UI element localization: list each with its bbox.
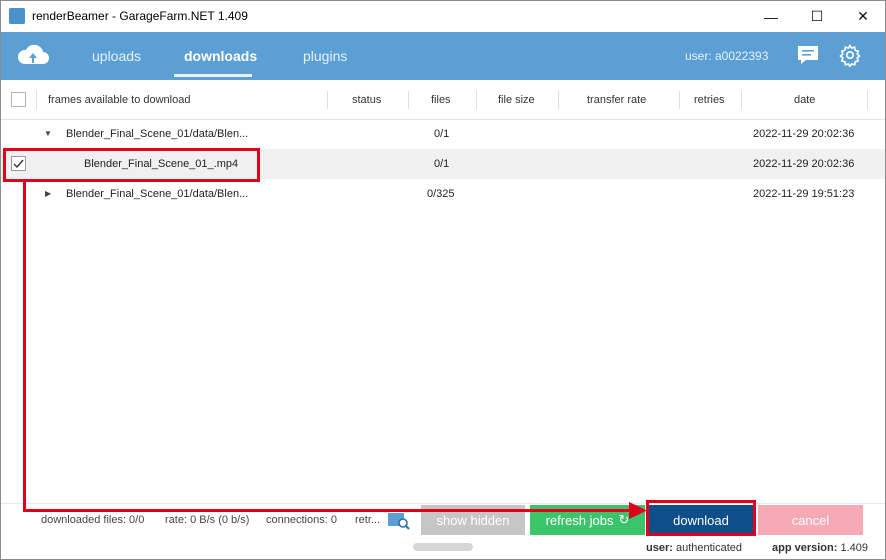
col-header-transfer-rate[interactable]: transfer rate [587,94,646,106]
tab-uploads[interactable]: uploads [92,48,141,64]
column-divider [36,91,37,109]
annotation-arrow-line-horizontal [23,509,635,512]
rate-status: rate: 0 B/s (0 b/s) [165,514,250,526]
row-files: 0/325 [427,188,455,200]
title-bar: renderBeamer - GarageFarm.NET 1.409 — ☐ … [1,1,885,32]
column-divider [327,91,328,109]
col-header-frames[interactable]: frames available to download [48,94,190,106]
footer-user-label: user: [646,542,673,554]
retries-status: retr... [355,514,381,526]
app-window: renderBeamer - GarageFarm.NET 1.409 — ☐ … [0,0,886,560]
row-name: Blender_Final_Scene_01/data/Blen... [66,128,249,140]
row-date: 2022-11-29 19:51:23 [753,188,855,200]
table-row[interactable]: ▼ Blender_Final_Scene_01/data/Blen... 0/… [1,119,885,149]
row-date: 2022-11-29 20:02:36 [753,158,855,170]
annotation-arrow-line-vertical [23,182,26,512]
column-divider [741,91,742,109]
row-date: 2022-11-29 20:02:36 [753,128,855,140]
main-nav: uploads downloads plugins user: a0022393 [1,32,885,80]
annotation-box-download [646,500,756,536]
column-divider [679,91,680,109]
row-files: 0/1 [434,128,450,140]
active-tab-indicator [174,74,252,77]
row-files: 0/1 [434,158,450,170]
refresh-jobs-label: refresh jobs [545,512,614,528]
close-button[interactable]: ✕ [840,1,885,32]
col-header-retries[interactable]: retries [694,94,725,106]
connections-status: connections: 0 [266,514,337,526]
column-divider [476,91,477,109]
row-name: Blender_Final_Scene_01/data/Blen... [66,188,249,200]
footer-user: user: authenticated [646,542,742,554]
footer-version-value: 1.409 [840,542,868,554]
column-divider [867,91,868,109]
app-logo-icon [9,8,25,24]
col-header-date[interactable]: date [794,94,815,106]
user-id-label: user: a0022393 [685,49,769,63]
maximize-button[interactable]: ☐ [794,1,840,32]
cancel-button[interactable]: cancel [758,505,863,535]
col-header-files[interactable]: files [431,94,451,106]
footer-user-value: authenticated [675,542,743,554]
settings-gear-icon[interactable] [838,43,862,67]
expand-triangle-icon[interactable]: ▶ [45,189,51,198]
minimize-button[interactable]: — [748,1,794,32]
col-header-file-size[interactable]: file size [498,94,535,106]
col-header-status[interactable]: status [352,94,381,106]
refresh-icon: ↻ [618,512,630,527]
footer-bar: user: authenticated app version: 1.409 [1,535,885,559]
annotation-arrowhead-icon [629,502,647,519]
cloud-upload-icon[interactable] [15,40,51,70]
horizontal-scrollbar-thumb[interactable] [413,543,473,551]
tab-plugins[interactable]: plugins [303,48,347,64]
collapse-triangle-icon[interactable]: ▼ [44,129,52,138]
footer-version-label: app version: [772,542,838,554]
select-all-checkbox[interactable] [11,92,26,107]
column-divider [408,91,409,109]
table-row[interactable]: ▶ Blender_Final_Scene_01/data/Blen... 0/… [1,179,885,209]
messages-icon[interactable] [796,44,820,66]
annotation-box-file [3,148,260,182]
footer-version: app version: 1.409 [772,542,868,554]
log-search-icon[interactable] [387,511,411,531]
column-divider [558,91,559,109]
downloaded-files-status: downloaded files: 0/0 [41,514,145,526]
tab-downloads[interactable]: downloads [184,48,257,64]
table-header: frames available to download status file… [1,80,885,120]
window-title: renderBeamer - GarageFarm.NET 1.409 [32,9,248,23]
